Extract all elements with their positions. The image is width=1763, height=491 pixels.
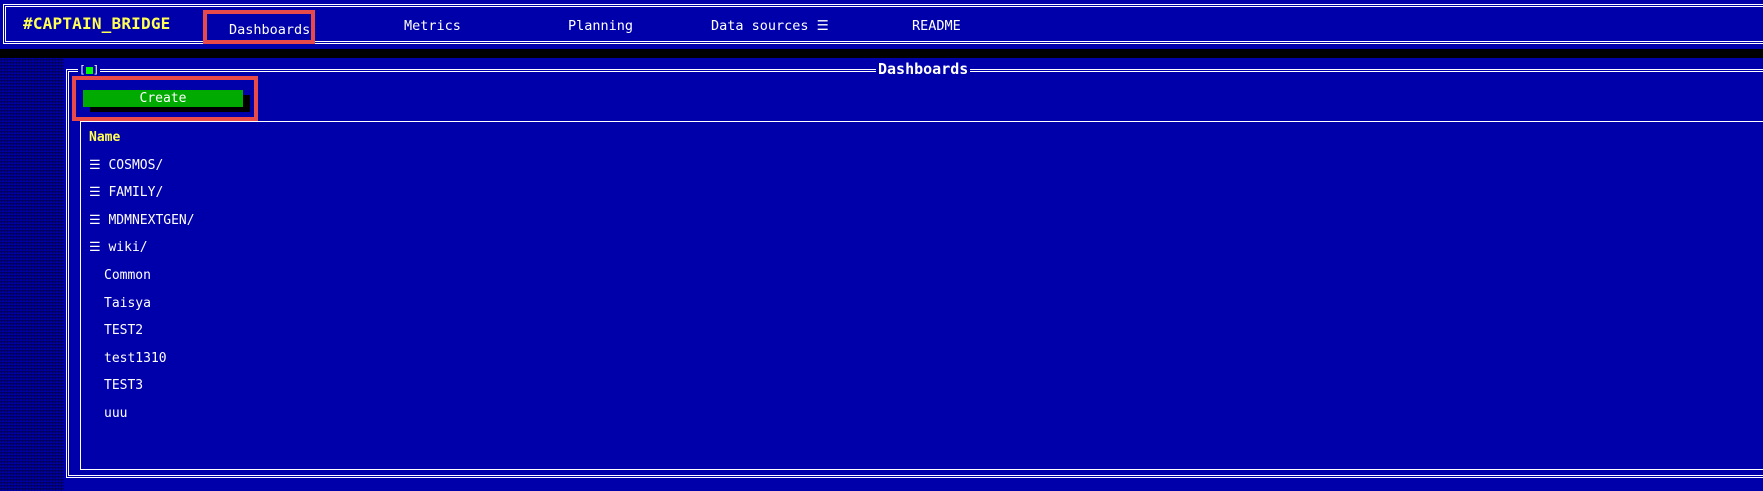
folder-family[interactable]: ☰ FAMILY/ [89,185,163,200]
dashboard-item[interactable]: TEST2 [104,323,143,338]
nav-data-sources[interactable]: Data sources ☰ [711,18,829,34]
nav-metrics[interactable]: Metrics [404,18,461,34]
dashboard-item[interactable]: uuu [104,406,127,421]
app-brand[interactable]: #CAPTAIN_BRIDGE [23,14,171,33]
dashboard-item[interactable]: Taisya [104,296,151,311]
folder-mdmnextgen[interactable]: ☰ MDMNEXTGEN/ [89,213,195,228]
top-navigation-bar: #CAPTAIN_BRIDGE Dashboards Metrics Plann… [0,0,1763,49]
folder-wiki[interactable]: ☰ wiki/ [89,240,148,255]
topbar-shadow [0,49,1763,58]
panel-title: Dashboards [876,60,971,78]
nav-planning[interactable]: Planning [568,18,633,34]
dashboard-list: Name ☰ COSMOS/ ☰ FAMILY/ ☰ MDMNEXTGEN/ ☰… [80,121,1763,470]
dashboard-item[interactable]: TEST3 [104,378,143,393]
nav-readme[interactable]: README [912,18,961,34]
column-header-name[interactable]: Name [89,130,120,145]
create-button[interactable]: Create [83,90,243,107]
nav-dashboards[interactable]: Dashboards [203,10,315,44]
folder-cosmos[interactable]: ☰ COSMOS/ [89,158,163,173]
dashboard-item[interactable]: Common [104,268,151,283]
dashboard-item[interactable]: test1310 [104,351,167,366]
create-button-highlight: Create [72,76,258,121]
close-box-icon[interactable]: [] [78,64,101,75]
dashboards-panel: [] Dashboards Create Name ☰ COSMOS/ ☰ FA… [64,58,1763,491]
close-indicator-icon [85,66,93,74]
